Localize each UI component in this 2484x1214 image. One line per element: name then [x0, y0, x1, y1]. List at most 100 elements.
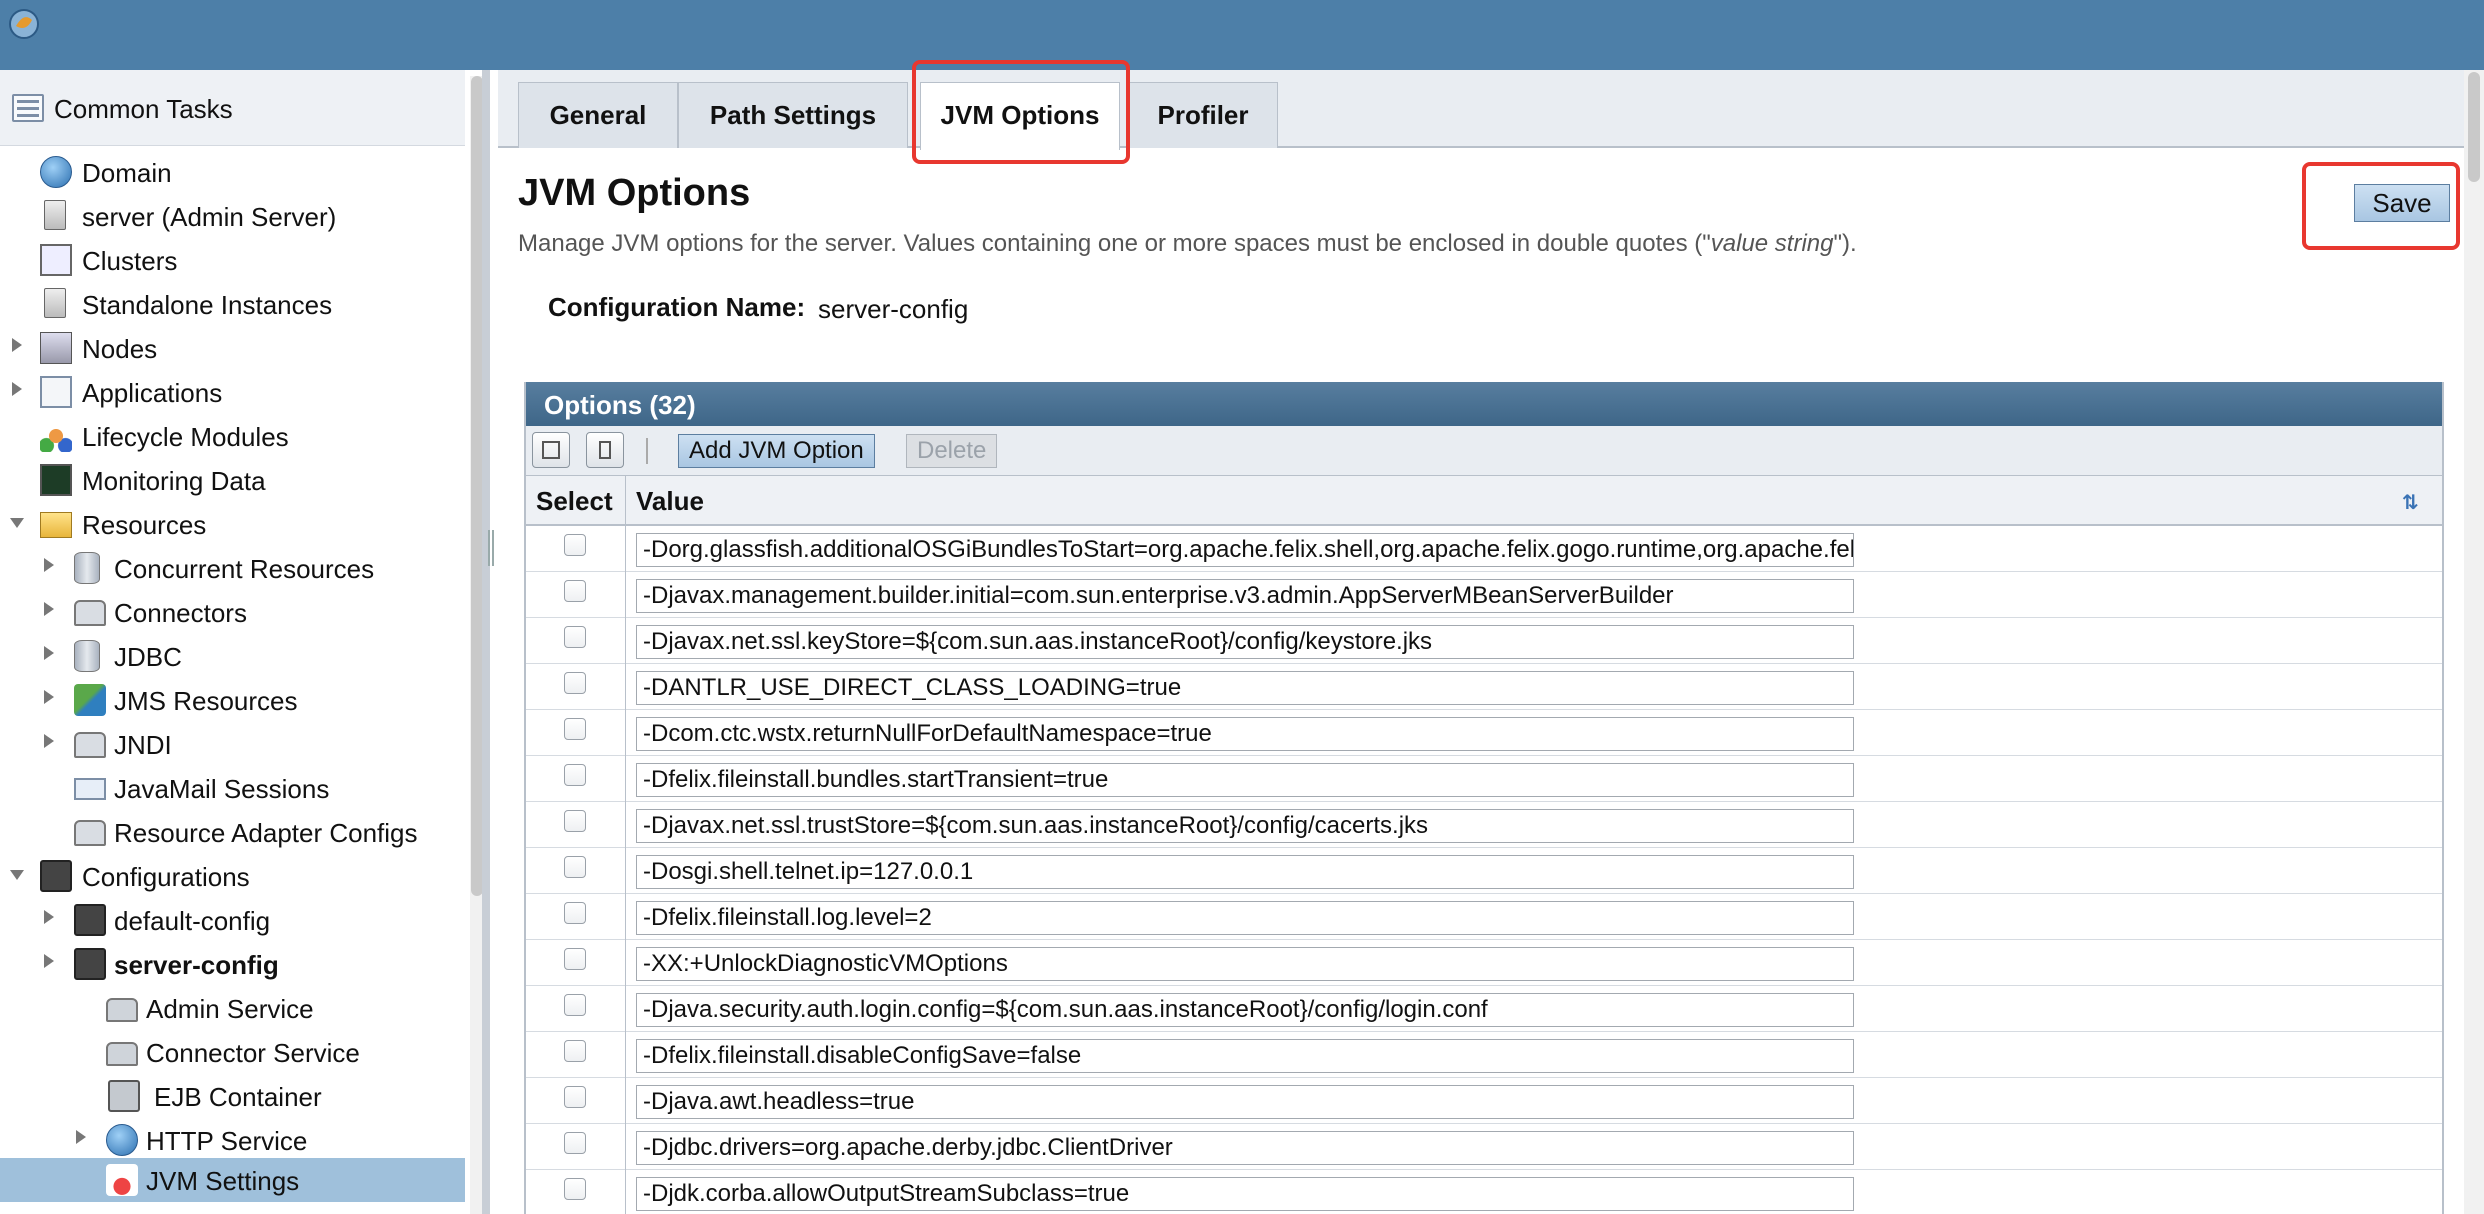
- tab-general[interactable]: General: [518, 82, 678, 148]
- tree-item-label: JDBC: [114, 642, 182, 672]
- main-scrollbar[interactable]: [2464, 70, 2484, 1214]
- jvm-option-value-input[interactable]: [636, 947, 1854, 981]
- row-checkbox[interactable]: [564, 1086, 586, 1108]
- expand-arrow-icon[interactable]: [44, 558, 54, 572]
- tree-item-lifecycle-modules[interactable]: Lifecycle Modules: [0, 416, 465, 456]
- expand-arrow-icon[interactable]: [44, 910, 54, 924]
- ejb-container-icon: [108, 1080, 140, 1112]
- tree-item-resource-adapter-configs[interactable]: Resource Adapter Configs: [0, 812, 465, 852]
- tree-item-default-config[interactable]: default-config: [0, 900, 465, 940]
- jvm-option-value-input[interactable]: [636, 579, 1854, 613]
- tree-item-nodes[interactable]: Nodes: [0, 328, 465, 368]
- row-checkbox[interactable]: [564, 1178, 586, 1200]
- tree-item-admin-service[interactable]: Admin Service: [0, 988, 465, 1028]
- select-cell: [526, 940, 626, 986]
- tree-item-jvm-settings[interactable]: JVM Settings: [0, 1158, 465, 1202]
- expand-arrow-icon[interactable]: [44, 602, 54, 616]
- sidebar-scrollbar[interactable]: [470, 76, 482, 1214]
- jvm-option-value-input[interactable]: [636, 1131, 1854, 1165]
- tree-item-resources[interactable]: Resources: [0, 504, 465, 544]
- expand-arrow-icon[interactable]: [44, 646, 54, 660]
- jvm-option-value-input[interactable]: [636, 1177, 1854, 1211]
- sidebar-resize-handle[interactable]: [488, 530, 494, 566]
- row-checkbox[interactable]: [564, 626, 586, 648]
- tab-path-settings[interactable]: Path Settings: [678, 82, 908, 148]
- sort-icon[interactable]: ⇅: [2402, 492, 2424, 514]
- row-checkbox[interactable]: [564, 672, 586, 694]
- add-jvm-option-button[interactable]: Add JVM Option: [678, 434, 875, 468]
- tab-profiler[interactable]: Profiler: [1128, 82, 1278, 148]
- tree-item-label: Domain: [82, 158, 172, 188]
- tree-item-jms-resources[interactable]: JMS Resources: [0, 680, 465, 720]
- column-header-select[interactable]: Select: [526, 476, 626, 526]
- common-tasks-header[interactable]: Common Tasks: [0, 70, 465, 146]
- service-icon: [106, 998, 138, 1022]
- jvm-option-value-input[interactable]: [636, 901, 1854, 935]
- tree-item-connectors[interactable]: Connectors: [0, 592, 465, 632]
- expand-arrow-icon[interactable]: [12, 382, 22, 396]
- row-checkbox[interactable]: [564, 1132, 586, 1154]
- jndi-icon: [74, 732, 106, 758]
- select-all-icon[interactable]: [532, 432, 570, 468]
- row-checkbox[interactable]: [564, 1040, 586, 1062]
- row-checkbox[interactable]: [564, 902, 586, 924]
- table-row: [526, 618, 2442, 664]
- row-checkbox[interactable]: [564, 856, 586, 878]
- jvm-option-value-input[interactable]: [636, 993, 1854, 1027]
- row-checkbox[interactable]: [564, 718, 586, 740]
- table-row: [526, 526, 2442, 572]
- resource-adapter-icon: [74, 820, 106, 846]
- jvm-option-value-input[interactable]: [636, 855, 1854, 889]
- table-row: [526, 756, 2442, 802]
- tree-item-ejb-container[interactable]: EJB Container: [0, 1076, 465, 1116]
- expand-arrow-icon[interactable]: [44, 954, 54, 968]
- jvm-option-value-input[interactable]: [636, 1039, 1854, 1073]
- jvm-option-value-input[interactable]: [636, 1085, 1854, 1119]
- collapse-arrow-icon[interactable]: [10, 870, 24, 880]
- monitoring-icon: [40, 464, 72, 496]
- jvm-option-value-input[interactable]: [636, 763, 1854, 797]
- tree-item-concurrent-resources[interactable]: Concurrent Resources: [0, 548, 465, 588]
- row-checkbox[interactable]: [564, 810, 586, 832]
- title-bar: [0, 0, 2484, 70]
- tree-item-javamail-sessions[interactable]: JavaMail Sessions: [0, 768, 465, 808]
- tree-item-standalone-instances[interactable]: Standalone Instances: [0, 284, 465, 324]
- app-logo-icon: [9, 9, 39, 39]
- expand-arrow-icon[interactable]: [76, 1130, 86, 1144]
- row-checkbox[interactable]: [564, 534, 586, 556]
- tree-item-server-config[interactable]: server-config: [0, 944, 465, 984]
- jvm-option-value-input[interactable]: [636, 717, 1854, 751]
- collapse-arrow-icon[interactable]: [10, 518, 24, 528]
- jvm-option-value-input[interactable]: [636, 533, 1854, 567]
- main-scrollbar-thumb[interactable]: [2468, 72, 2480, 182]
- tree-item-monitoring-data[interactable]: Monitoring Data: [0, 460, 465, 500]
- tree-item-configurations[interactable]: Configurations: [0, 856, 465, 896]
- row-checkbox[interactable]: [564, 764, 586, 786]
- tree-item-jndi[interactable]: JNDI: [0, 724, 465, 764]
- jvm-option-value-input[interactable]: [636, 625, 1854, 659]
- tree-item-connector-service[interactable]: Connector Service: [0, 1032, 465, 1072]
- globe-icon: [106, 1124, 138, 1156]
- table-row: [526, 1170, 2442, 1214]
- deselect-all-icon[interactable]: [586, 432, 624, 468]
- delete-button[interactable]: Delete: [906, 434, 998, 468]
- tree-item-clusters[interactable]: Clusters: [0, 240, 465, 280]
- row-checkbox[interactable]: [564, 580, 586, 602]
- tree-item-http-service[interactable]: HTTP Service: [0, 1120, 465, 1160]
- tree-item-applications[interactable]: Applications: [0, 372, 465, 412]
- expand-arrow-icon[interactable]: [44, 690, 54, 704]
- tree-item-server[interactable]: server (Admin Server): [0, 196, 465, 236]
- tree-item-domain[interactable]: Domain: [0, 152, 465, 192]
- expand-arrow-icon[interactable]: [12, 338, 22, 352]
- tree-item-label: Applications: [82, 378, 223, 408]
- tree-item-jdbc[interactable]: JDBC: [0, 636, 465, 676]
- row-checkbox[interactable]: [564, 948, 586, 970]
- row-checkbox[interactable]: [564, 994, 586, 1016]
- tree-item-label: Monitoring Data: [82, 466, 266, 496]
- column-header-value[interactable]: Value: [636, 486, 704, 517]
- jvm-option-value-input[interactable]: [636, 671, 1854, 705]
- jvm-option-value-input[interactable]: [636, 809, 1854, 843]
- sidebar-scrollbar-thumb[interactable]: [471, 76, 482, 896]
- common-tasks-label: Common Tasks: [54, 94, 233, 124]
- expand-arrow-icon[interactable]: [44, 734, 54, 748]
